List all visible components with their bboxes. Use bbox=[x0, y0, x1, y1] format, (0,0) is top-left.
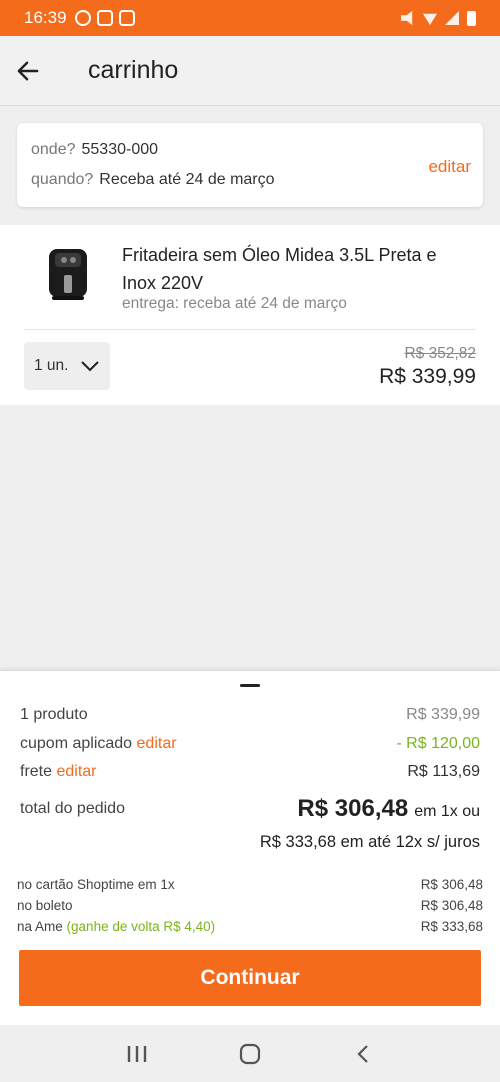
delivery-where-row: onde? 55330-000 bbox=[31, 135, 469, 165]
payment-option-label: no boleto bbox=[17, 898, 73, 913]
coupon-group: cupom aplicado editar bbox=[20, 735, 177, 753]
product-price: R$ 339,99 bbox=[379, 365, 476, 388]
coupon-edit-link[interactable]: editar bbox=[137, 735, 177, 752]
summary-products-row: 1 produto R$ 339,99 bbox=[20, 706, 480, 724]
system-nav-bar bbox=[0, 1025, 500, 1082]
total-value: R$ 306,48 bbox=[297, 795, 409, 822]
back-nav-button[interactable] bbox=[343, 1034, 383, 1074]
product-name[interactable]: Fritadeira sem Óleo Midea 3.5L Preta e I… bbox=[122, 241, 462, 297]
product-image[interactable] bbox=[44, 245, 92, 301]
arrow-left-icon bbox=[17, 61, 39, 80]
signal-icon bbox=[445, 11, 459, 25]
continue-button[interactable]: Continuar bbox=[19, 950, 481, 1006]
notification-icons bbox=[74, 10, 135, 26]
edit-delivery-link[interactable]: editar bbox=[428, 157, 471, 177]
air-fryer-image bbox=[49, 249, 87, 300]
where-label: onde? bbox=[31, 141, 76, 158]
gallery-icon bbox=[96, 10, 113, 26]
payment-option-row: no boleto R$ 306,48 bbox=[17, 898, 483, 913]
drag-handle[interactable] bbox=[240, 684, 260, 687]
summary-total-row: total do pedido R$ 306,48 em 1x ou bbox=[20, 795, 480, 823]
delivery-info-card: onde? 55330-000 quando? Receba até 24 de… bbox=[17, 123, 483, 207]
payment-option-value: R$ 306,48 bbox=[420, 898, 483, 913]
products-value: R$ 339,99 bbox=[406, 706, 480, 723]
old-price: R$ 352,82 bbox=[404, 345, 476, 362]
installments-text: R$ 333,68 em até 12x s/ juros bbox=[259, 833, 480, 851]
back-button[interactable] bbox=[0, 36, 56, 106]
where-value: 55330-000 bbox=[81, 141, 159, 158]
home-icon bbox=[239, 1043, 261, 1064]
shipping-value: R$ 113,69 bbox=[407, 763, 480, 780]
cart-item: Fritadeira sem Óleo Midea 3.5L Preta e I… bbox=[0, 225, 500, 405]
installments-row: R$ 333,68 em até 12x s/ juros bbox=[20, 833, 480, 852]
payment-option-value: R$ 333,68 bbox=[420, 919, 483, 934]
instagram-icon bbox=[118, 10, 135, 26]
mute-icon bbox=[401, 11, 413, 25]
payment-option-row: na Ame (ganhe de volta R$ 4,40) R$ 333,6… bbox=[17, 919, 483, 934]
coupon-value: - R$ 120,00 bbox=[396, 735, 480, 752]
summary-shipping-row: frete editar R$ 113,69 bbox=[20, 763, 480, 781]
shipping-label: frete bbox=[20, 763, 53, 780]
payment-option-value: R$ 306,48 bbox=[420, 877, 483, 892]
summary-coupon-row: cupom aplicado editar - R$ 120,00 bbox=[20, 735, 480, 753]
payment-option-row: no cartão Shoptime em 1x R$ 306,48 bbox=[17, 877, 483, 892]
when-value: Receba até 24 de março bbox=[99, 171, 275, 188]
whatsapp-icon bbox=[74, 10, 91, 26]
products-label: 1 produto bbox=[20, 706, 88, 723]
home-button[interactable] bbox=[230, 1034, 270, 1074]
battery-icon bbox=[467, 10, 476, 26]
status-bar: 16:39 bbox=[0, 0, 500, 36]
total-group: R$ 306,48 em 1x ou bbox=[297, 795, 480, 823]
recent-apps-button[interactable] bbox=[117, 1034, 157, 1074]
wifi-icon bbox=[423, 13, 437, 25]
page-title: carrinho bbox=[88, 56, 179, 84]
app-bar: carrinho bbox=[0, 36, 500, 106]
shipping-group: frete editar bbox=[20, 763, 97, 781]
total-label: total do pedido bbox=[20, 800, 125, 817]
cashback-text: (ganhe de volta R$ 4,40) bbox=[66, 919, 216, 934]
product-delivery: entrega: receba até 24 de março bbox=[122, 295, 347, 312]
chevron-left-icon bbox=[357, 1044, 369, 1063]
quantity-value: 1 un. bbox=[34, 357, 69, 374]
coupon-label: cupom aplicado bbox=[20, 735, 133, 752]
payment-option-label-group: na Ame (ganhe de volta R$ 4,40) bbox=[17, 919, 215, 934]
divider bbox=[24, 329, 476, 330]
payment-option-label: no cartão Shoptime em 1x bbox=[17, 877, 175, 892]
system-icons bbox=[401, 10, 476, 26]
shipping-edit-link[interactable]: editar bbox=[56, 763, 96, 780]
status-time: 16:39 bbox=[24, 8, 67, 27]
delivery-when-row: quando? Receba até 24 de março bbox=[31, 165, 469, 195]
quantity-select[interactable]: 1 un. bbox=[24, 342, 110, 390]
recent-apps-icon bbox=[127, 1045, 146, 1062]
when-label: quando? bbox=[31, 171, 94, 188]
payment-option-label: na Ame bbox=[17, 919, 63, 934]
chevron-down-icon bbox=[81, 361, 100, 372]
total-suffix: em 1x ou bbox=[414, 803, 480, 820]
